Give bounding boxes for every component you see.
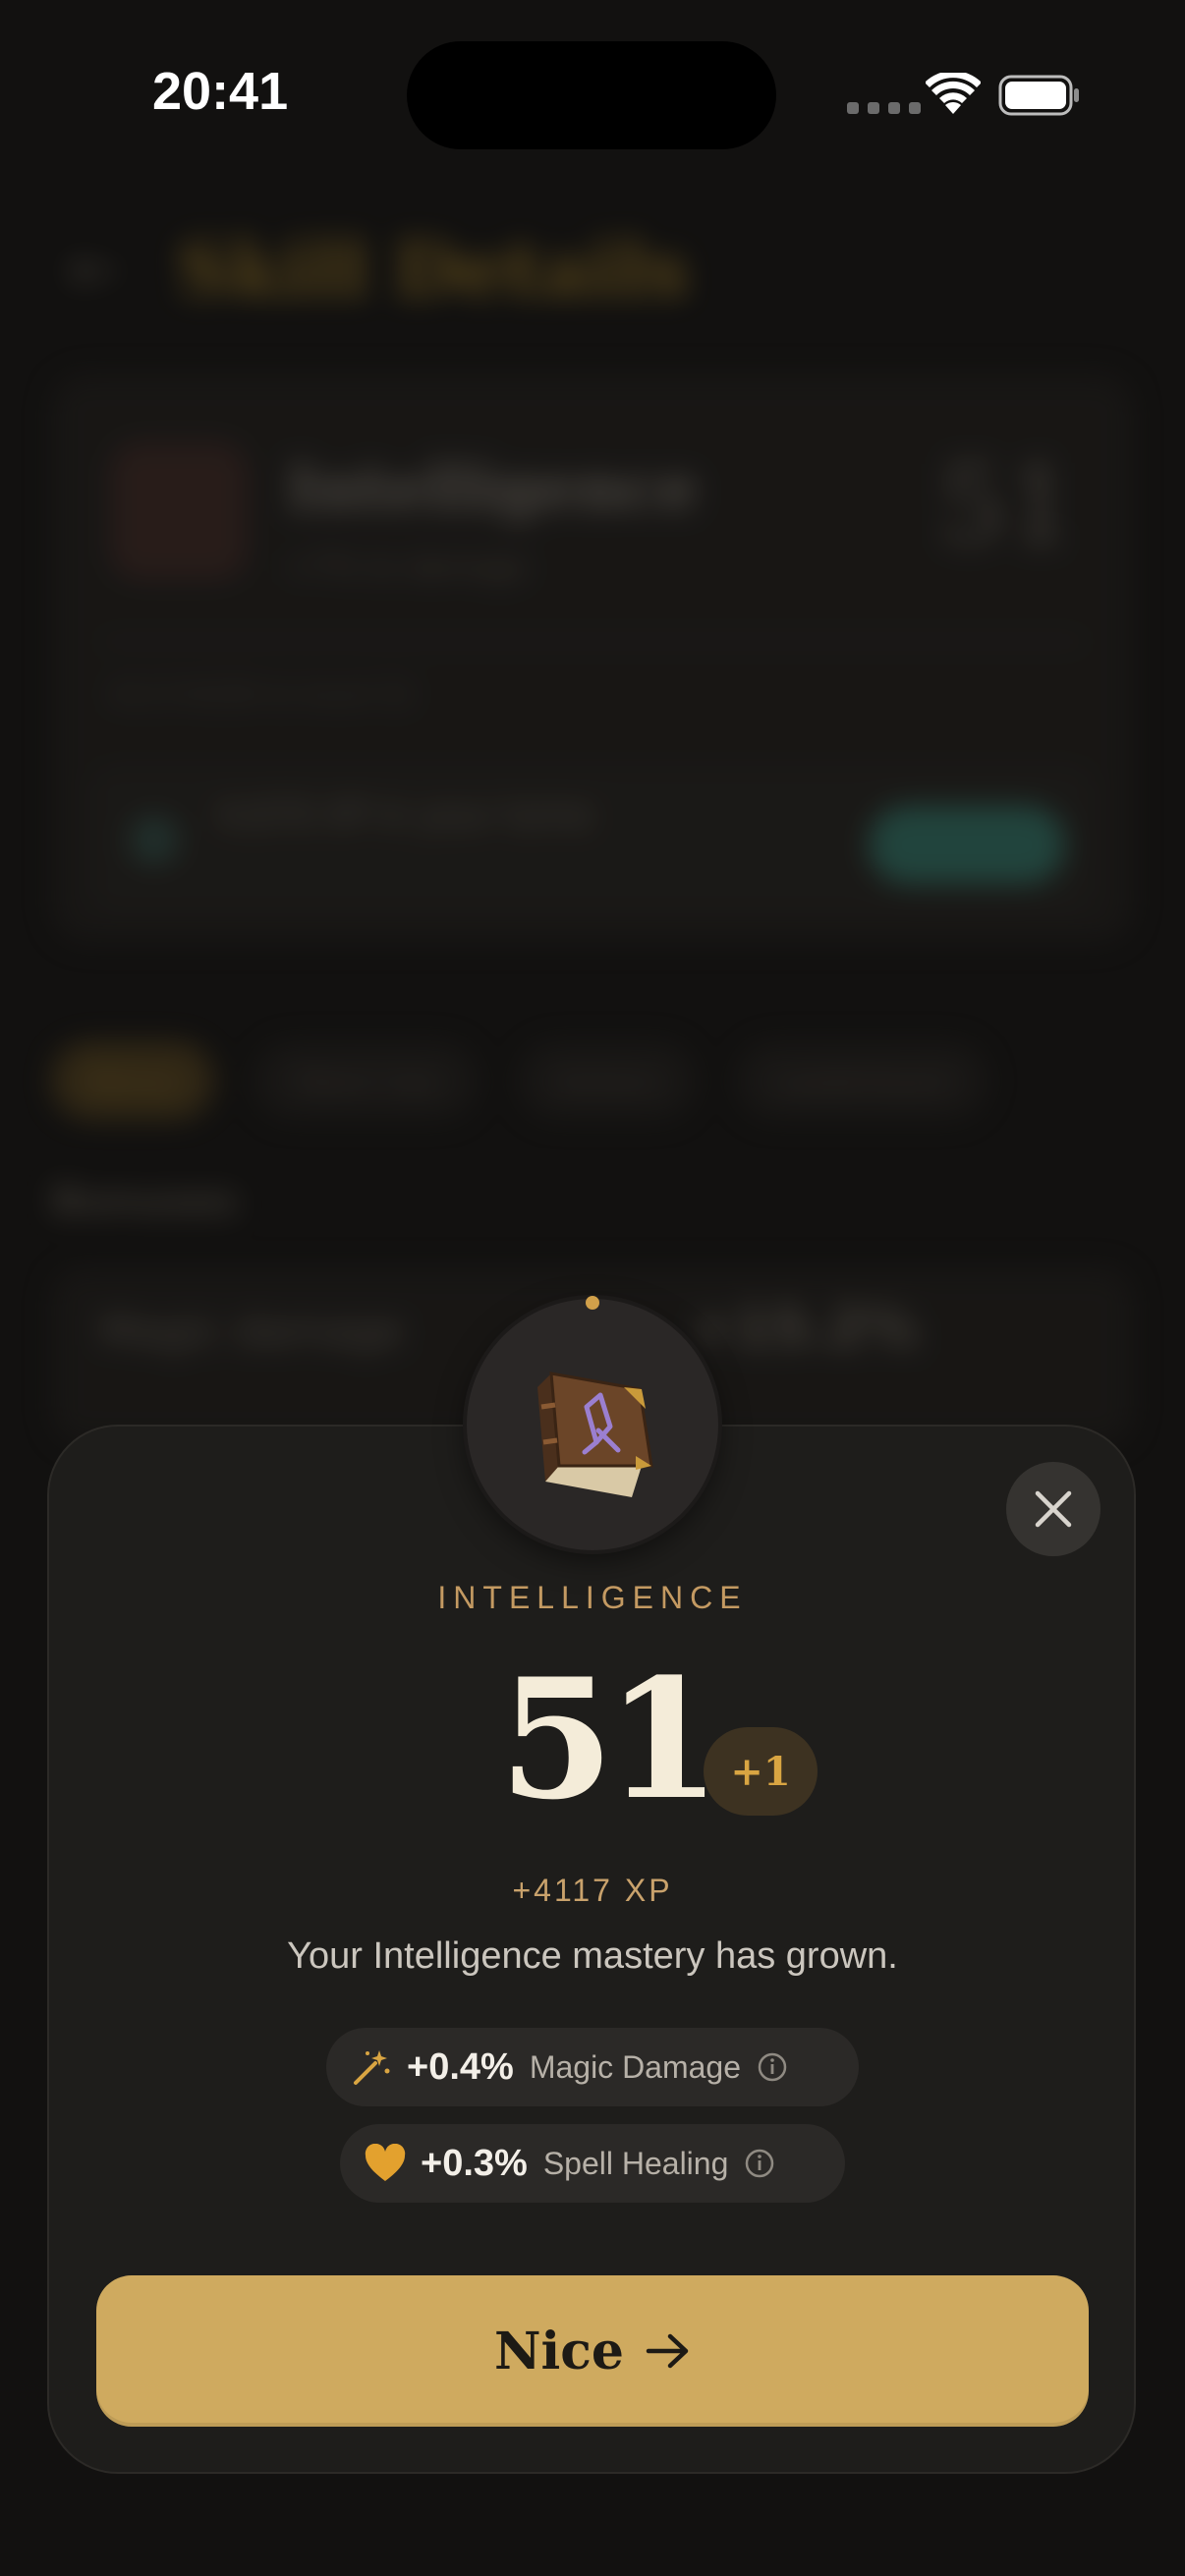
bg-tip-button[interactable] (869, 806, 1065, 884)
nice-button-label: Nice (493, 2321, 625, 2381)
bg-tip-text: 4,670 XP in your tome (218, 796, 592, 835)
bg-skill-name: Intelligence (287, 452, 698, 524)
bg-xp-row: 4117/4200 to level 52 (110, 678, 414, 710)
battery-icon (998, 75, 1079, 116)
bg-xp-bar (100, 639, 1085, 644)
close-icon (1035, 1490, 1072, 1528)
bonus-pill-spell-healing: +0.3% Spell Healing (340, 2124, 845, 2203)
tab-leaderboard[interactable]: Leaderboard (736, 1041, 989, 1120)
bonus-label: Spell Healing (542, 2145, 729, 2181)
bg-tip-icon (130, 815, 179, 865)
info-icon[interactable] (757, 2051, 788, 2083)
close-button[interactable] (1006, 1462, 1100, 1556)
status-bar: 20:41 (0, 0, 1185, 196)
bg-section-title: Bonuses (51, 1179, 238, 1224)
bonus-pill-magic-damage: +0.4% Magic Damage (326, 2028, 859, 2106)
arrow-right-icon (646, 2333, 689, 2369)
magic-wand-icon (350, 2045, 393, 2089)
bg-skill-icon (110, 442, 248, 580)
status-time: 20:41 (152, 62, 289, 121)
dynamic-island (407, 41, 776, 149)
bg-skill-card: Intelligence +7% to damage 51 4117/4200 … (51, 373, 1134, 943)
info-icon[interactable] (744, 2148, 775, 2179)
bg-skill-subtitle: +7% to damage (287, 550, 528, 585)
level-row: 51 +1 (0, 1651, 1185, 1827)
bg-page-title: Skill Details (177, 226, 689, 313)
tab-actions[interactable]: Actions (518, 1041, 698, 1120)
spellbook-icon (537, 1372, 653, 1497)
bg-bonus-name: Magic damage (100, 1307, 404, 1355)
screen: ← Skill Details Intelligence +7% to dama… (0, 0, 1185, 2576)
bg-bonus-value: +15.2% (690, 1297, 919, 1359)
bg-tip-box: 4,670 XP in your tome (90, 766, 1095, 914)
bonus-label: Magic Damage (529, 2048, 742, 2085)
skill-level: 51 (499, 1642, 721, 1836)
tab-talent-tree[interactable]: Talent tree (254, 1041, 480, 1120)
bg-skill-level: 51 (937, 442, 1075, 568)
level-delta-badge: +1 (704, 1727, 818, 1816)
wifi-icon (926, 73, 981, 114)
heart-icon (364, 2142, 407, 2185)
tab-bonus[interactable]: Bonus (51, 1041, 215, 1120)
back-arrow-icon[interactable]: ← (69, 236, 118, 305)
growth-message: Your Intelligence mastery has grown. (287, 1935, 898, 1977)
nice-button[interactable]: Nice (96, 2275, 1089, 2427)
bonus-value: +0.3% (421, 2142, 528, 2184)
skill-name: INTELLIGENCE (437, 1580, 748, 1615)
cellular-signal-icon (847, 102, 921, 114)
skill-emblem (467, 1296, 718, 1550)
bg-tabs: Bonus Talent tree Actions Leaderboard (51, 1041, 989, 1120)
bg-header: ← Skill Details (69, 226, 688, 313)
emblem-dot (586, 1296, 599, 1310)
xp-gain: +4117 XP (512, 1873, 673, 1908)
bonus-value: +0.4% (407, 2045, 514, 2088)
